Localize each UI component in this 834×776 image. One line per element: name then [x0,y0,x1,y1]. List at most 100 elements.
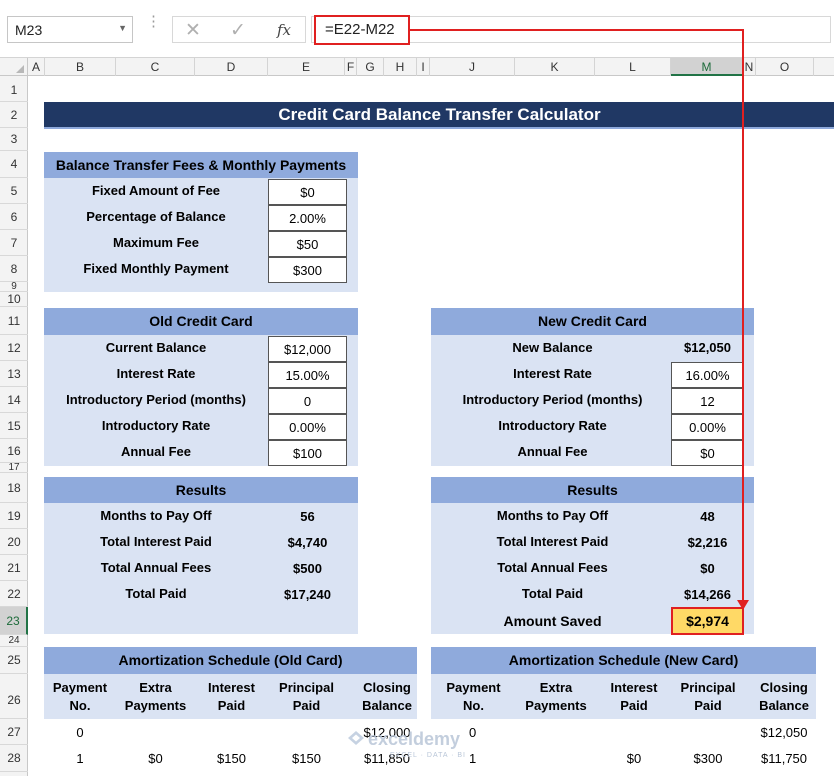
column-e[interactable]: E [268,58,345,76]
select-all-corner[interactable] [0,58,28,76]
column-d[interactable]: D [195,58,268,76]
column-k[interactable]: K [515,58,595,76]
new-card-header: New Credit Card [431,308,754,335]
col-head-line: Principal [680,680,736,695]
row-17[interactable]: 17 [0,463,28,473]
sheet-title: Credit Card Balance Transfer Calculator [44,102,834,129]
row-25[interactable]: 25 [0,647,28,674]
amort-old-col-payment: Payment No. [44,679,116,715]
col-head-line: Closing [363,680,411,695]
row-13[interactable]: 13 [0,361,28,387]
amort-new-col-payment: Payment No. [431,679,516,715]
amort-old-col-interest: Interest Paid [195,679,268,715]
row-22[interactable]: 22 [0,581,28,607]
row-28[interactable]: 28 [0,745,28,772]
amort-old-cell[interactable]: $150 [195,751,268,766]
row-7[interactable]: 7 [0,230,28,256]
column-l[interactable]: L [595,58,671,76]
column-o[interactable]: O [756,58,814,76]
row-4[interactable]: 4 [0,151,28,178]
watermark-tagline: EXCEL · DATA · BI [390,752,466,759]
new-label-annual-fees: Total Annual Fees [497,560,608,575]
column-g[interactable]: G [357,58,384,76]
row-5[interactable]: 5 [0,178,28,204]
new-label-balance: New Balance [512,340,593,355]
new-value-annual-fee[interactable]: $0 [671,440,744,466]
column-f[interactable]: F [345,58,357,76]
row-12[interactable]: 12 [0,335,28,361]
fees-value-fixed[interactable]: $0 [268,179,347,205]
amort-old-cell[interactable]: $0 [116,751,195,766]
column-a[interactable]: A [28,58,45,76]
fees-value-monthly[interactable]: $300 [268,257,347,283]
formula-bar-area: M23 ▼ ⋮ ✕ ✓ fx =E22-M22 [0,0,834,58]
fees-value-percentage[interactable]: 2.00% [268,205,347,231]
old-value-intro-rate[interactable]: 0.00% [268,414,347,440]
old-value-total-paid: $17,240 [284,587,331,602]
new-value-rate[interactable]: 16.00% [671,362,744,388]
old-label-intro-period: Introductory Period (months) [66,392,246,407]
row-26[interactable]: 26 [0,674,28,719]
col-head-line: Payment [52,680,108,695]
check-icon[interactable]: ✓ [230,19,246,42]
row-10[interactable]: 10 [0,292,28,307]
fees-label-fixed: Fixed Amount of Fee [91,183,221,198]
drag-handle-icon[interactable]: ⋮ [146,14,161,29]
column-h[interactable]: H [384,58,417,76]
old-label-annual-fees: Total Annual Fees [100,560,212,575]
old-value-balance[interactable]: $12,000 [268,336,347,362]
column-c[interactable]: C [116,58,195,76]
new-label-months: Months to Pay Off [496,508,609,523]
amort-old-cell[interactable]: 0 [44,725,116,740]
chevron-down-icon[interactable]: ▼ [118,23,127,33]
column-m[interactable]: M [671,58,743,76]
col-head-line: Interest [208,680,255,695]
amort-new-cell[interactable]: $300 [672,751,744,766]
new-value-intro-rate[interactable]: 0.00% [671,414,744,440]
row-6[interactable]: 6 [0,204,28,230]
row-23[interactable]: 23 [0,607,28,635]
cancel-icon[interactable]: ✕ [185,19,201,42]
row-16[interactable]: 16 [0,439,28,463]
old-value-rate[interactable]: 15.00% [268,362,347,388]
amort-old-cell[interactable]: 1 [44,751,116,766]
old-value-intro-period[interactable]: 0 [268,388,347,414]
fees-label-monthly: Fixed Monthly Payment [83,261,229,276]
old-label-months: Months to Pay Off [100,508,212,523]
row-3[interactable]: 3 [0,128,28,151]
amort-new-cell[interactable]: $11,750 [744,751,824,766]
row-11[interactable]: 11 [0,307,28,335]
new-value-intro-period[interactable]: 12 [671,388,744,414]
row-9[interactable]: 9 [0,282,28,292]
row-19[interactable]: 19 [0,503,28,529]
worksheet[interactable]: Credit Card Balance Transfer Calculator … [28,76,834,776]
fees-value-maximum[interactable]: $50 [268,231,347,257]
column-n[interactable]: N [743,58,756,76]
column-b[interactable]: B [45,58,116,76]
formula-text[interactable]: =E22-M22 [314,15,410,45]
row-24[interactable]: 24 [0,635,28,647]
row-20[interactable]: 20 [0,529,28,555]
row-27[interactable]: 27 [0,719,28,745]
new-results-header: Results [431,477,754,503]
new-value-balance: $12,050 [684,340,731,355]
old-value-annual-fee[interactable]: $100 [268,440,347,466]
col-head-line: Extra [139,680,172,695]
row-21[interactable]: 21 [0,555,28,581]
amort-new-cell[interactable]: $0 [596,751,672,766]
amount-saved-value[interactable]: $2,974 [671,607,744,635]
column-j[interactable]: J [430,58,515,76]
row-8[interactable]: 8 [0,256,28,282]
row-18[interactable]: 18 [0,473,28,503]
row-2[interactable]: 2 [0,102,28,128]
insert-function-icon[interactable]: fx [277,21,291,39]
column-i[interactable]: I [417,58,430,76]
col-head-line: Interest [610,680,658,695]
amort-new-col-interest: Interest Paid [596,679,672,715]
row-15[interactable]: 15 [0,413,28,439]
amort-old-cell[interactable]: $150 [268,751,345,766]
row-14[interactable]: 14 [0,387,28,413]
row-1[interactable]: 1 [0,78,28,102]
name-box[interactable]: M23 ▼ [7,16,133,43]
amort-new-cell[interactable]: $12,050 [744,725,824,740]
